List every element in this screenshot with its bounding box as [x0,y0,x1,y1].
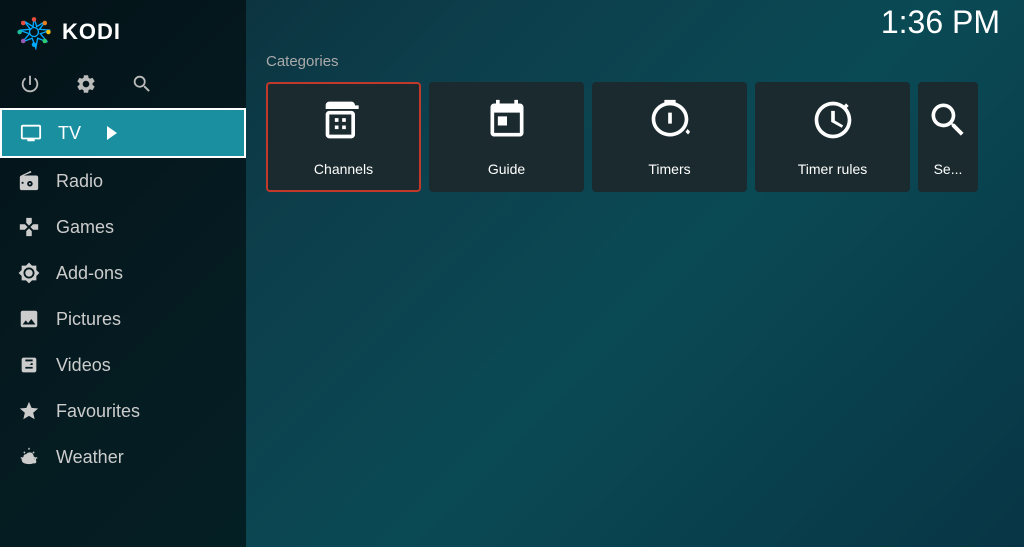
favourites-icon [16,398,42,424]
sidebar-item-addons-label: Add-ons [56,263,123,284]
weather-icon [16,444,42,470]
videos-icon [16,352,42,378]
sidebar-item-videos[interactable]: Videos [0,342,246,388]
settings-button[interactable] [72,70,100,98]
category-card-channels[interactable]: Channels [266,82,421,192]
main-content: 1:36 PM Categories Channels Guide [246,0,1024,547]
guide-icon [485,98,529,151]
app-title: KODI [62,19,121,45]
sidebar-item-tv[interactable]: TV [0,108,246,158]
kodi-logo-icon [16,14,52,50]
tv-icon [18,120,44,146]
search-button[interactable] [128,70,156,98]
timers-label: Timers [648,161,690,177]
sidebar-item-weather-label: Weather [56,447,124,468]
power-button[interactable] [16,70,44,98]
channels-label: Channels [314,161,373,177]
channels-icon [322,98,366,151]
top-bar: 1:36 PM [266,14,1024,41]
sidebar: KODI TV Radio [0,0,246,547]
search-category-icon [926,98,970,151]
category-card-timers[interactable]: Timers [592,82,747,192]
addons-icon [16,260,42,286]
radio-icon [16,168,42,194]
sidebar-nav: TV Radio Games Add-ons [0,108,246,547]
cursor [107,126,117,140]
clock-display: 1:36 PM [881,4,1000,41]
sidebar-item-games[interactable]: Games [0,204,246,250]
sidebar-item-weather[interactable]: Weather [0,434,246,480]
sidebar-item-radio[interactable]: Radio [0,158,246,204]
categories-label: Categories [266,53,1024,70]
timers-icon [648,98,692,151]
sidebar-item-videos-label: Videos [56,355,111,376]
sidebar-item-radio-label: Radio [56,171,103,192]
sidebar-item-pictures[interactable]: Pictures [0,296,246,342]
pictures-icon [16,306,42,332]
category-card-search[interactable]: Se... [918,82,978,192]
sidebar-item-favourites-label: Favourites [56,401,140,422]
timer-rules-label: Timer rules [798,161,868,177]
games-icon [16,214,42,240]
search-label: Se... [934,161,963,177]
sidebar-icon-row [0,64,246,108]
category-card-timer-rules[interactable]: Timer rules [755,82,910,192]
categories-grid: Channels Guide Timers [266,82,1024,192]
sidebar-item-games-label: Games [56,217,114,238]
sidebar-header: KODI [0,0,246,64]
sidebar-item-addons[interactable]: Add-ons [0,250,246,296]
timer-rules-icon [811,98,855,151]
sidebar-item-pictures-label: Pictures [56,309,121,330]
category-card-guide[interactable]: Guide [429,82,584,192]
sidebar-item-favourites[interactable]: Favourites [0,388,246,434]
sidebar-item-tv-label: TV [58,123,81,144]
guide-label: Guide [488,161,525,177]
